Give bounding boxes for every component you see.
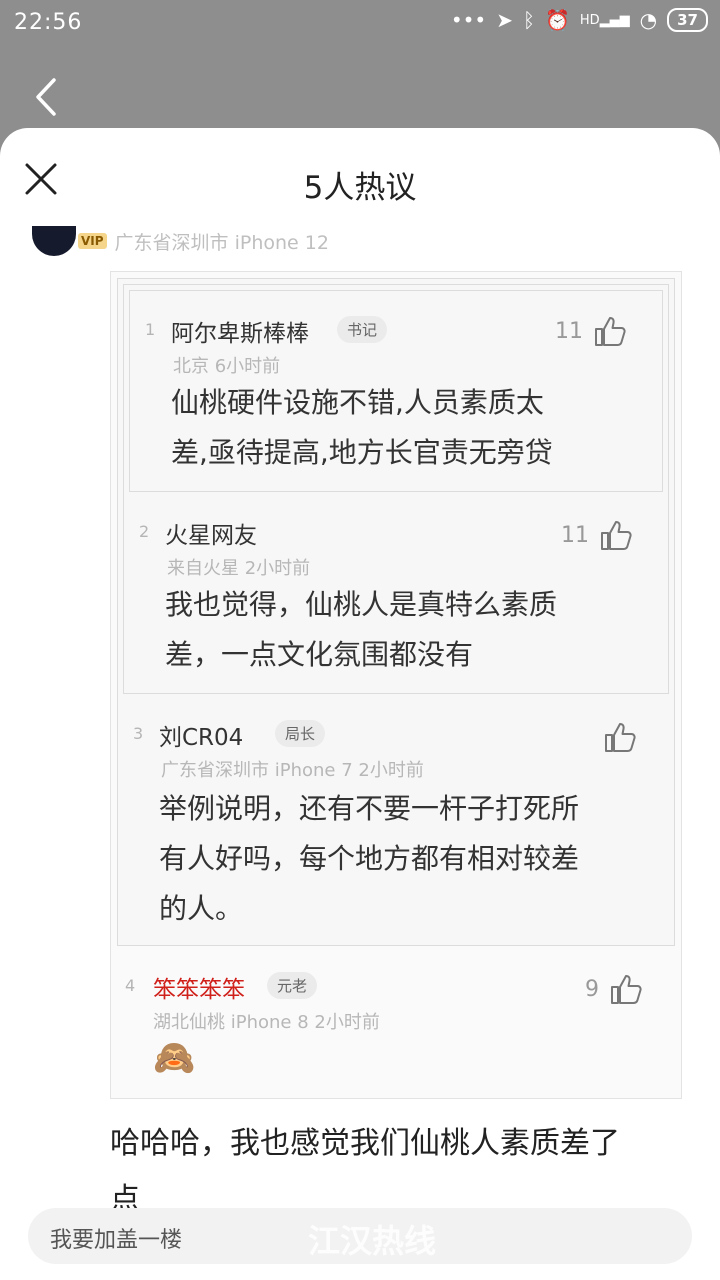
quote-author[interactable]: 火星网友 — [165, 516, 257, 550]
quote-text: 举例说明，还有不要一杆子打死所 有人好吗，每个地方都有相对较差 的人。 — [159, 784, 659, 934]
reply-line: 哈哈哈，我也感觉我们仙桃人素质差了 — [110, 1126, 620, 1161]
floor-number: 4 — [125, 976, 136, 995]
like-button[interactable] — [603, 720, 637, 754]
alarm-icon: ⏰ — [544, 8, 570, 32]
thumbs-up-icon — [605, 723, 636, 752]
like-count: 11 — [561, 522, 589, 548]
comment-sheet: 5人热议 VIP 广东省深圳市 iPhone 12 1 阿尔卑斯棒棒 书记 北京… — [0, 128, 720, 1280]
like-button[interactable]: 11 — [561, 518, 633, 552]
like-button[interactable]: 9 — [585, 972, 643, 1006]
status-icons: ••• ➤ ᛒ ⏰ HD▂▄▆ ◔ 37 — [451, 8, 708, 32]
quote-line: 举例说明，还有不要一杆子打死所 — [159, 792, 580, 825]
back-arrow-icon[interactable] — [28, 72, 68, 122]
status-time: 22:56 — [14, 10, 83, 35]
avatar[interactable] — [32, 226, 76, 256]
quote-text: 仙桃硬件设施不错,人员素质太 差,亟待提高,地方长官责无旁贷 — [171, 378, 651, 478]
signal-icon: HD▂▄▆ — [579, 12, 630, 28]
rank-badge: 元老 — [267, 972, 318, 999]
quote-line: 差，一点文化氛围都没有 — [165, 638, 474, 671]
battery-icon: 37 — [667, 8, 708, 32]
sheet-title: 5人热议 — [303, 170, 417, 206]
like-button[interactable]: 11 — [555, 314, 627, 348]
rank-badge: 局长 — [275, 720, 326, 747]
quote-author[interactable]: 刘CR04 — [159, 718, 243, 752]
like-count: 9 — [585, 976, 599, 1002]
rank-badge: 书记 — [337, 316, 388, 343]
original-post-header: VIP 广东省深圳市 iPhone 12 — [32, 224, 329, 258]
comment-input-placeholder: 我要加盖一楼 — [50, 1228, 183, 1253]
location-icon: ➤ — [496, 8, 513, 32]
vip-badge: VIP — [78, 233, 107, 249]
sheet-header: 5人热议 — [0, 128, 720, 228]
floor-number: 2 — [139, 522, 150, 541]
see-no-evil-monkey-emoji: 🙈 — [153, 1038, 196, 1078]
floor-number: 3 — [133, 724, 144, 743]
quote-text: 我也觉得，仙桃人是真特么素质 差，一点文化氛围都没有 — [165, 580, 655, 680]
thumbs-up-icon — [595, 317, 626, 346]
quote-stack: 1 阿尔卑斯棒棒 书记 北京 6小时前 11 仙桃硬件设施不错,人员素质太 差,… — [110, 271, 682, 1099]
wifi-icon: ◔ — [639, 8, 658, 32]
quote-meta: 来自火星 2小时前 — [167, 558, 311, 579]
more-dots-icon: ••• — [450, 8, 487, 32]
status-bar: 22:56 ••• ➤ ᛒ ⏰ HD▂▄▆ ◔ 37 — [0, 0, 720, 48]
floor-number: 1 — [145, 320, 156, 339]
quote-line: 有人好吗，每个地方都有相对较差 — [159, 842, 580, 875]
quote-meta: 北京 6小时前 — [173, 356, 281, 377]
quote-author[interactable]: 笨笨笨笨 — [153, 970, 245, 1004]
quote-line: 仙桃硬件设施不错,人员素质太 — [171, 386, 544, 419]
quote-line: 我也觉得，仙桃人是真特么素质 — [165, 588, 558, 621]
quote-line: 的人。 — [159, 892, 244, 925]
post-meta: 广东省深圳市 iPhone 12 — [114, 231, 329, 254]
quote-line: 差,亟待提高,地方长官责无旁贷 — [171, 436, 553, 469]
watermark: 江汉热线 — [308, 1222, 437, 1260]
bluetooth-icon: ᛒ — [522, 8, 535, 32]
like-count: 11 — [555, 318, 583, 344]
quote-meta: 广东省深圳市 iPhone 7 2小时前 — [161, 760, 424, 781]
comment-input[interactable]: 我要加盖一楼 江汉热线 — [28, 1208, 692, 1264]
quote-meta: 湖北仙桃 iPhone 8 2小时前 — [153, 1012, 380, 1033]
thumbs-up-icon — [611, 975, 642, 1004]
quote-author[interactable]: 阿尔卑斯棒棒 — [171, 314, 309, 348]
thumbs-up-icon — [601, 521, 632, 550]
